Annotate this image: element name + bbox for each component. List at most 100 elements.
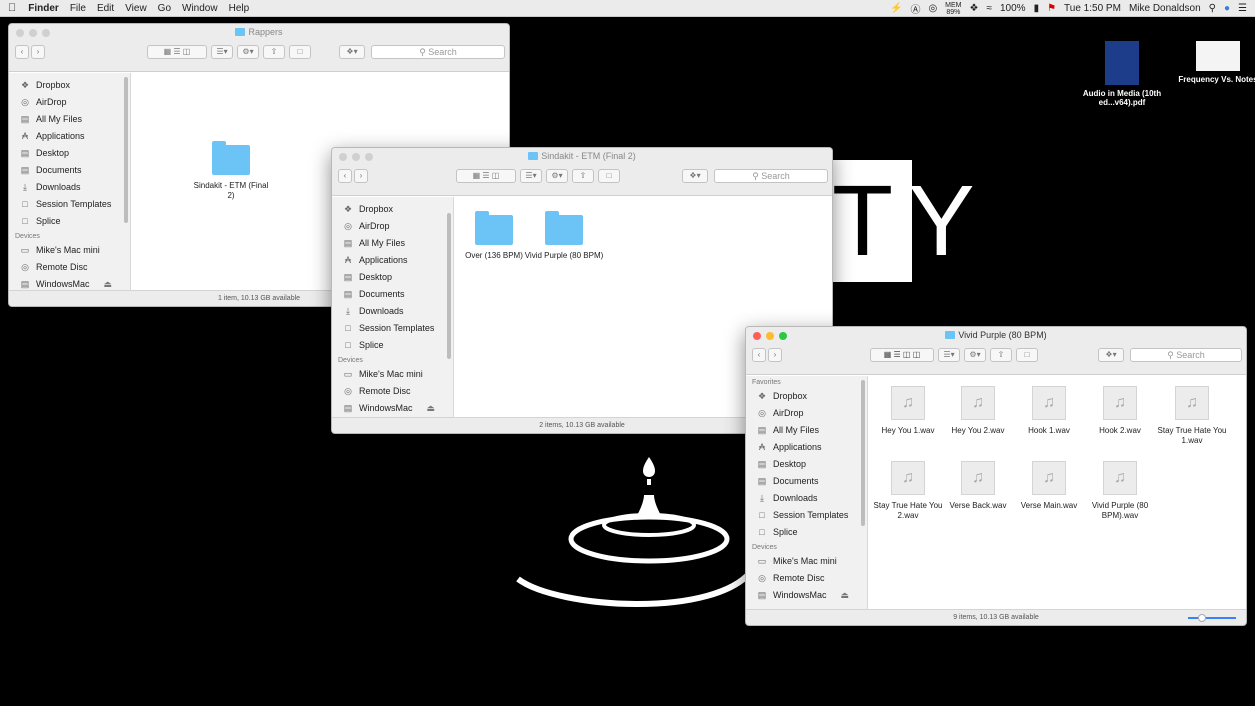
sidebar-item-applications[interactable]: ₳ Applications — [746, 439, 867, 456]
forward-button[interactable]: › — [31, 45, 45, 59]
sidebar-item-downloads[interactable]: ⤓ Downloads — [332, 303, 453, 320]
sidebar-scrollbar[interactable] — [447, 213, 451, 359]
sidebar-device-remote-disc[interactable]: ◎ Remote Disc — [332, 383, 453, 400]
sidebar-item-splice[interactable]: □ Splice — [332, 337, 453, 354]
back-button[interactable]: ‹ — [15, 45, 29, 59]
sidebar-device-mac-mini[interactable]: ▭ Mike's Mac mini — [746, 553, 867, 570]
audio-file-item[interactable]: ♫ Stay True Hate You 1.wav — [1152, 386, 1232, 446]
audio-file-item[interactable]: ♫ Hook 2.wav — [1080, 386, 1160, 436]
folder-item[interactable]: Vivid Purple (80 BPM) — [524, 211, 604, 261]
sidebar-item-dropbox[interactable]: ❖ Dropbox — [9, 77, 130, 94]
tags-button[interactable]: □ — [289, 45, 311, 59]
action-gear-button[interactable]: ⚙▾ — [237, 45, 259, 59]
sidebar-item-dropbox[interactable]: ❖ Dropbox — [332, 201, 453, 218]
audio-file-item[interactable]: ♫ Hey You 2.wav — [938, 386, 1018, 436]
spotlight-icon[interactable]: ⚲ — [1209, 3, 1216, 14]
action-gear-button[interactable]: ⚙▾ — [546, 169, 568, 183]
sidebar-device-mac-mini[interactable]: ▭ Mike's Mac mini — [9, 242, 130, 259]
sidebar-item-all-my-files[interactable]: ▤ All My Files — [332, 235, 453, 252]
forward-button[interactable]: › — [354, 169, 368, 183]
menu-view[interactable]: View — [125, 3, 147, 14]
sidebar-device-mac-mini[interactable]: ▭ Mike's Mac mini — [332, 366, 453, 383]
eject-icon[interactable]: ⏏ — [427, 400, 436, 417]
sidebar-item-documents[interactable]: ▤ Documents — [746, 473, 867, 490]
icon-size-slider-knob[interactable] — [1198, 614, 1206, 622]
arrange-button[interactable]: ☰▾ — [938, 348, 960, 362]
forward-button[interactable]: › — [768, 348, 782, 362]
apple-menu-icon[interactable]:  — [8, 2, 16, 14]
battery-percent[interactable]: 100% — [1000, 3, 1026, 14]
menu-window[interactable]: Window — [182, 3, 218, 14]
siri-icon[interactable]: ● — [1224, 3, 1230, 14]
circle-a-icon[interactable]: Ⓐ — [910, 1, 920, 16]
menu-app-finder[interactable]: Finder — [28, 3, 59, 14]
audio-file-item[interactable]: ♫ Stay True Hate You 2.wav — [868, 461, 948, 521]
dropbox-button[interactable]: ❖▾ — [682, 169, 708, 183]
sidebar-item-desktop[interactable]: ▤ Desktop — [332, 269, 453, 286]
sidebar-item-documents[interactable]: ▤ Documents — [332, 286, 453, 303]
audio-file-item[interactable]: ♫ Hook 1.wav — [1009, 386, 1089, 436]
sidebar-item-dropbox[interactable]: ❖ Dropbox — [746, 388, 867, 405]
battery-icon[interactable]: ▮ — [1034, 3, 1040, 14]
desktop-icon-pdf[interactable]: Audio in Media (10th ed...v64).pdf — [1072, 41, 1172, 107]
share-button[interactable]: ⇧ — [263, 45, 285, 59]
view-icon-button[interactable]: ▦ ☰ ◫ — [456, 169, 516, 183]
tags-button[interactable]: □ — [598, 169, 620, 183]
sidebar-item-all-my-files[interactable]: ▤ All My Files — [746, 422, 867, 439]
menu-file[interactable]: File — [70, 3, 86, 14]
sidebar-item-documents[interactable]: ▤ Documents — [9, 162, 130, 179]
sidebar-item-airdrop[interactable]: ◎ AirDrop — [746, 405, 867, 422]
action-gear-button[interactable]: ⚙▾ — [964, 348, 986, 362]
sidebar-item-applications[interactable]: ₳ Applications — [332, 252, 453, 269]
back-button[interactable]: ‹ — [752, 348, 766, 362]
sidebar-item-splice[interactable]: □ Splice — [9, 213, 130, 230]
sidebar-item-downloads[interactable]: ⤓ Downloads — [9, 179, 130, 196]
dropbox-button[interactable]: ❖▾ — [339, 45, 365, 59]
back-button[interactable]: ‹ — [338, 169, 352, 183]
sidebar-item-session-templates[interactable]: □ Session Templates — [332, 320, 453, 337]
search-field[interactable]: ⚲ Search — [371, 45, 505, 59]
audio-file-item[interactable]: ♫ Verse Main.wav — [1009, 461, 1089, 511]
eject-icon[interactable]: ⏏ — [841, 587, 850, 604]
arrange-button[interactable]: ☰▾ — [211, 45, 233, 59]
sidebar-item-desktop[interactable]: ▤ Desktop — [9, 145, 130, 162]
sidebar-item-applications[interactable]: ₳ Applications — [9, 128, 130, 145]
menu-help[interactable]: Help — [229, 3, 250, 14]
user-name[interactable]: Mike Donaldson — [1129, 3, 1201, 14]
sidebar-item-airdrop[interactable]: ◎ AirDrop — [9, 94, 130, 111]
view-icon-button[interactable]: ▦ ☰ ◫ ◫ — [870, 348, 934, 362]
sidebar-device-windowsmac[interactable]: ▤ WindowsMac ⏏ — [332, 400, 453, 417]
sidebar-item-airdrop[interactable]: ◎ AirDrop — [332, 218, 453, 235]
view-icon-button[interactable]: ▦ ☰ ◫ — [147, 45, 207, 59]
desktop-icon-notes[interactable]: Frequency Vs. Notes — [1168, 41, 1255, 84]
bolt-icon[interactable]: ⚡ — [890, 3, 902, 14]
sidebar-item-downloads[interactable]: ⤓ Downloads — [746, 490, 867, 507]
share-button[interactable]: ⇧ — [572, 169, 594, 183]
sidebar-item-splice[interactable]: □ Splice — [746, 524, 867, 541]
icon-size-slider[interactable] — [1188, 614, 1236, 622]
arrange-button[interactable]: ☰▾ — [520, 169, 542, 183]
search-field[interactable]: ⚲ Search — [714, 169, 828, 183]
share-button[interactable]: ⇧ — [990, 348, 1012, 362]
sidebar-scrollbar[interactable] — [861, 380, 865, 526]
sidebar-item-session-templates[interactable]: □ Session Templates — [9, 196, 130, 213]
folder-item[interactable]: Over (136 BPM) — [454, 211, 534, 261]
notification-center-icon[interactable]: ☰ — [1238, 3, 1247, 14]
audio-file-item[interactable]: ♫ Verse Back.wav — [938, 461, 1018, 511]
sidebar-device-remote-disc[interactable]: ◎ Remote Disc — [9, 259, 130, 276]
sidebar-item-session-templates[interactable]: □ Session Templates — [746, 507, 867, 524]
folder-item[interactable]: Sindakit - ETM (Final 2) — [191, 141, 271, 201]
tags-button[interactable]: □ — [1016, 348, 1038, 362]
flag-icon[interactable]: ⚑ — [1047, 3, 1056, 14]
sidebar-item-desktop[interactable]: ▤ Desktop — [746, 456, 867, 473]
dropbox-button[interactable]: ❖▾ — [1098, 348, 1124, 362]
sidebar-device-remote-disc[interactable]: ◎ Remote Disc — [746, 570, 867, 587]
wifi-icon[interactable]: ≈ — [986, 3, 992, 14]
search-field[interactable]: ⚲ Search — [1130, 348, 1242, 362]
audio-file-item[interactable]: ♫ Hey You 1.wav — [868, 386, 948, 436]
menu-edit[interactable]: Edit — [97, 3, 114, 14]
memory-indicator[interactable]: MEM 89% — [945, 2, 961, 16]
sidebar-device-windowsmac[interactable]: ▤ WindowsMac ⏏ — [746, 587, 867, 604]
dropbox-menu-icon[interactable]: ❖ — [970, 3, 979, 14]
sidebar-item-all-my-files[interactable]: ▤ All My Files — [9, 111, 130, 128]
